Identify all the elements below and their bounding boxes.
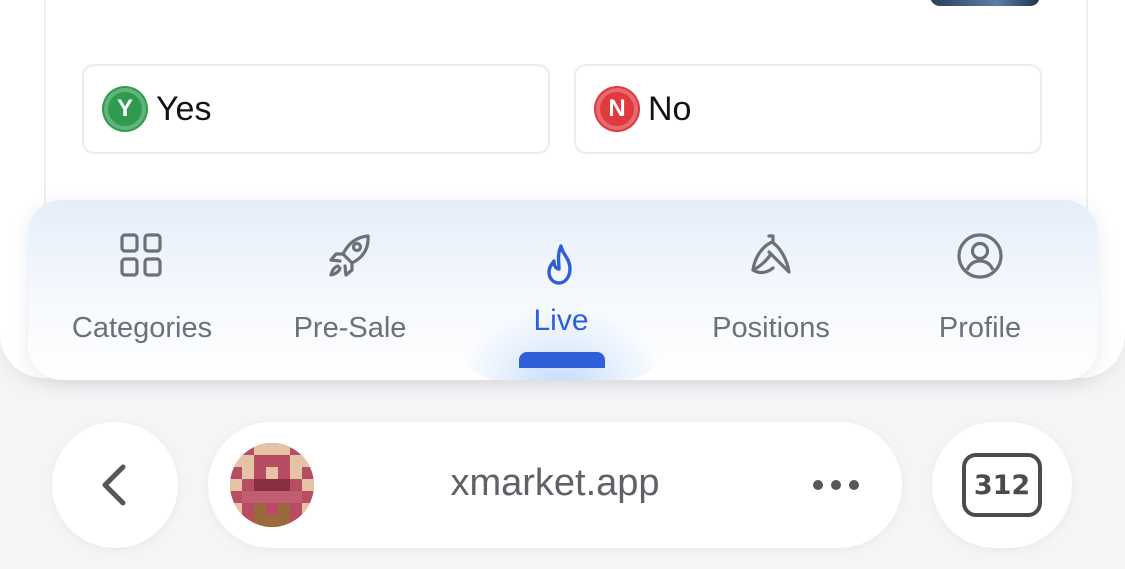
tabs-button[interactable]: 312 [932,422,1072,548]
ellipsis-icon [813,480,859,490]
rocket-icon [329,234,370,277]
tab-positions[interactable]: Positions [671,200,871,380]
tab-live[interactable]: Live [457,200,665,380]
tab-profile-label: Profile [938,312,1022,344]
chevron-left-icon [102,464,126,506]
user-circle-icon [957,233,1003,279]
tab-categories[interactable]: Categories [42,200,242,380]
tab-positions-label: Positions [712,312,830,344]
banana-icon [751,234,791,275]
flame-icon [547,244,572,285]
bottom-tab-bar: Categories Pre-Sale Live Positions Profi… [28,200,1098,380]
yes-badge-icon: Y [104,88,146,130]
more-options-button[interactable] [808,468,868,502]
tab-profile[interactable]: Profile [880,200,1080,380]
address-bar[interactable]: xmarket.app [208,422,902,548]
grid-icon [120,233,162,277]
outcome-yes-label: Yes [156,89,212,128]
back-button[interactable] [52,422,178,548]
tab-pre-sale[interactable]: Pre-Sale [250,200,450,380]
outcome-yes-button[interactable]: Y Yes [82,64,550,154]
url-text: xmarket.app [450,462,660,504]
market-thumbnail [930,0,1040,6]
tab-live-label: Live [533,304,589,337]
no-badge-icon: N [596,88,638,130]
tab-categories-label: Categories [71,312,213,344]
outcome-no-button[interactable]: N No [574,64,1042,154]
tab-pre-sale-label: Pre-Sale [293,312,407,344]
tab-count-badge: 312 [962,453,1042,517]
outcome-no-label: No [648,89,692,128]
active-tab-indicator [519,352,605,368]
